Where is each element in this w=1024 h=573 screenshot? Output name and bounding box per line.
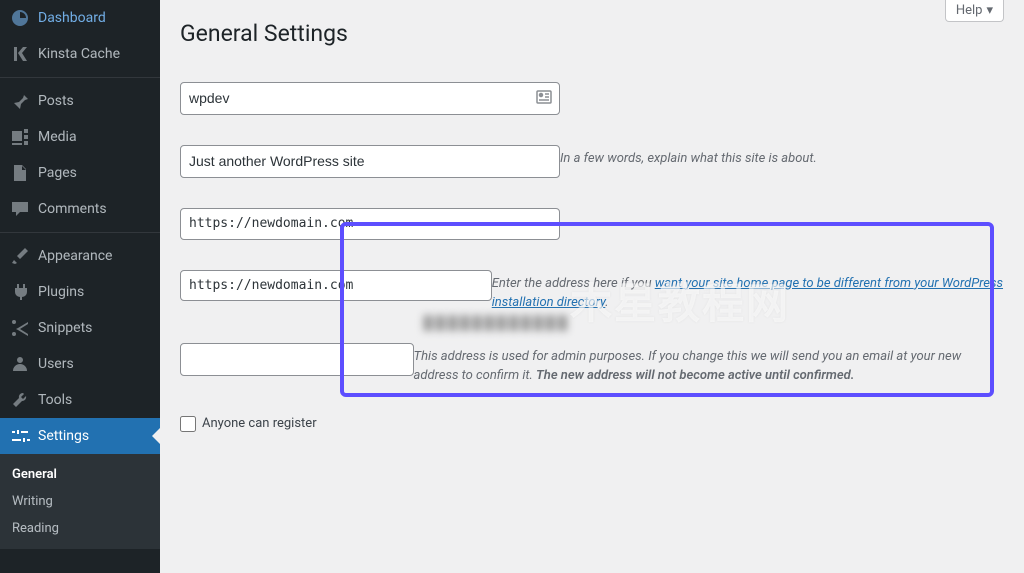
sidebar-item-label: Media (38, 129, 77, 145)
sidebar-item-plugins[interactable]: Plugins (0, 274, 160, 310)
tagline-description: In a few words, explain what this site i… (560, 149, 817, 169)
email-input[interactable] (180, 343, 414, 376)
sidebar-item-comments[interactable]: Comments (0, 191, 160, 227)
scissors-icon (10, 318, 30, 338)
membership-checkbox-text: Anyone can register (202, 416, 317, 431)
sidebar-item-kinsta[interactable]: Kinsta Cache (0, 36, 160, 72)
submenu-item-general[interactable]: General (0, 461, 160, 488)
membership-checkbox[interactable] (180, 416, 196, 432)
settings-submenu: General Writing Reading (0, 454, 160, 549)
sidebar-item-dashboard[interactable]: Dashboard (0, 0, 160, 36)
kinsta-icon (10, 44, 30, 64)
sidebar-item-users[interactable]: Users (0, 346, 160, 382)
sidebar-item-label: Tools (38, 392, 72, 408)
submenu-item-reading[interactable]: Reading (0, 515, 160, 542)
page-icon (10, 163, 30, 183)
user-icon (10, 354, 30, 374)
pin-icon (10, 91, 30, 111)
sidebar-item-posts[interactable]: Posts (0, 83, 160, 119)
brush-icon (10, 246, 30, 266)
sidebar-item-media[interactable]: Media (0, 119, 160, 155)
media-icon (10, 127, 30, 147)
help-label: Help (956, 3, 983, 18)
sidebar-item-snippets[interactable]: Snippets (0, 310, 160, 346)
sliders-icon (10, 426, 30, 446)
email-description: This address is used for admin purposes.… (414, 347, 1004, 386)
sidebar-item-label: Appearance (38, 248, 112, 264)
tagline-input[interactable] (180, 145, 560, 178)
card-icon (536, 90, 552, 108)
comment-icon (10, 199, 30, 219)
sidebar-item-label: Posts (38, 93, 74, 109)
sidebar-item-settings[interactable]: Settings (0, 418, 160, 454)
main-content: Help ▾ General Settings In a few words, … (160, 0, 1024, 573)
sidebar-item-label: Pages (38, 165, 77, 181)
site-title-input[interactable] (180, 82, 560, 115)
wp-url-input[interactable] (180, 208, 560, 239)
sidebar-item-label: Plugins (38, 284, 84, 300)
chevron-down-icon: ▾ (986, 3, 993, 18)
menu-separator (0, 232, 160, 233)
wrench-icon (10, 390, 30, 410)
sidebar-item-label: Settings (38, 428, 89, 444)
membership-checkbox-label[interactable]: Anyone can register (180, 416, 317, 432)
sidebar-item-label: Snippets (38, 320, 92, 336)
submenu-item-writing[interactable]: Writing (0, 488, 160, 515)
admin-sidebar: Dashboard Kinsta Cache Posts Media Pages… (0, 0, 160, 573)
menu-separator (0, 77, 160, 78)
sidebar-item-appearance[interactable]: Appearance (0, 238, 160, 274)
sidebar-item-label: Users (38, 356, 74, 372)
dashboard-icon (10, 8, 30, 28)
sidebar-item-pages[interactable]: Pages (0, 155, 160, 191)
sidebar-item-tools[interactable]: Tools (0, 382, 160, 418)
sidebar-item-label: Dashboard (38, 10, 106, 26)
plug-icon (10, 282, 30, 302)
help-tab[interactable]: Help ▾ (945, 0, 1004, 22)
sidebar-item-label: Kinsta Cache (38, 46, 120, 62)
site-url-description: Enter the address here if you want your … (492, 274, 1004, 313)
page-title: General Settings (180, 20, 1004, 47)
sidebar-item-label: Comments (38, 201, 107, 217)
email-blurred-value: ████████████ (424, 315, 571, 331)
site-url-input[interactable] (180, 270, 492, 301)
